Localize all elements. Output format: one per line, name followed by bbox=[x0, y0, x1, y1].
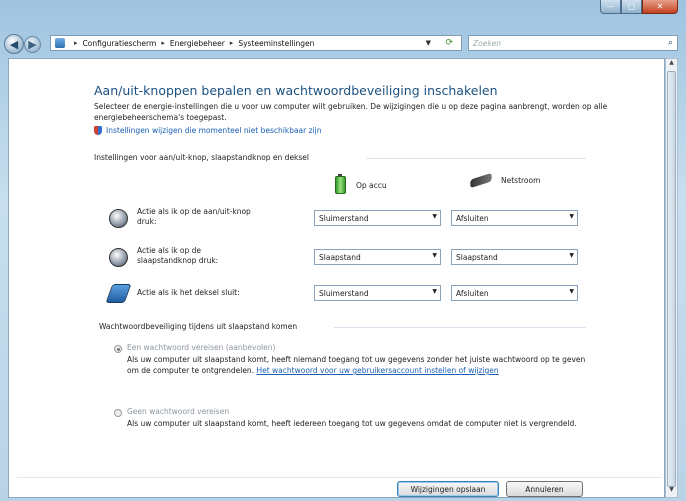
chevron-down-icon: ▼ bbox=[432, 252, 437, 259]
breadcrumb-item-power-options[interactable]: Energiebeheer bbox=[170, 39, 225, 48]
address-dropdown-icon[interactable]: ▼ bbox=[426, 39, 431, 47]
battery-column-header: Op accu bbox=[335, 174, 387, 194]
maximize-button[interactable]: ▢ bbox=[621, 0, 642, 14]
power-button-icon bbox=[109, 209, 128, 228]
breadcrumb-item-system-settings[interactable]: Systeeminstellingen bbox=[238, 39, 314, 48]
selected-value: Slaapstand bbox=[456, 253, 498, 262]
power-button-ac-select[interactable]: Afsluiten ▼ bbox=[451, 210, 578, 226]
sleep-button-icon bbox=[109, 248, 128, 267]
breadcrumb-item-control-panel[interactable]: Configuratiescherm bbox=[83, 39, 157, 48]
power-button-battery-select[interactable]: Sluimerstand ▼ bbox=[314, 210, 441, 226]
laptop-lid-icon bbox=[105, 284, 132, 303]
selected-value: Afsluiten bbox=[456, 289, 489, 298]
lid-close-row: Actie als ik het deksel sluit: Sluimerst… bbox=[105, 282, 609, 304]
scroll-up-icon[interactable]: ▲ bbox=[666, 59, 677, 70]
scrollbar-thumb[interactable] bbox=[667, 71, 676, 487]
sleep-button-label: Actie als ik op de slaapstandknop druk: bbox=[137, 246, 219, 265]
breadcrumb-separator: ▸ bbox=[74, 39, 78, 47]
breadcrumb-separator: ▸ bbox=[161, 39, 165, 47]
lid-close-battery-select[interactable]: Sluimerstand ▼ bbox=[314, 285, 441, 301]
back-button[interactable]: ◀ bbox=[4, 34, 24, 54]
ac-column-label: Netstroom bbox=[501, 176, 541, 185]
save-changes-button[interactable]: Wijzigingen opslaan bbox=[397, 481, 499, 497]
shield-icon bbox=[94, 126, 102, 135]
search-icon[interactable]: ⌕ bbox=[668, 38, 673, 48]
forward-button[interactable]: ▶ bbox=[24, 36, 41, 53]
set-password-link[interactable]: Het wachtwoord voor uw gebruikersaccount… bbox=[256, 366, 498, 375]
selected-value: Sluimerstand bbox=[319, 289, 369, 298]
selected-value: Slaapstand bbox=[319, 253, 361, 262]
address-field[interactable]: ▸ Configuratiescherm ▸ Energiebeheer ▸ S… bbox=[50, 35, 462, 51]
chevron-down-icon: ▼ bbox=[569, 288, 574, 295]
chevron-down-icon: ▼ bbox=[569, 252, 574, 259]
ac-column-header: Netstroom bbox=[470, 172, 541, 189]
minimize-button[interactable]: — bbox=[600, 0, 621, 14]
vertical-scrollbar[interactable]: ▲ ▼ bbox=[665, 58, 678, 498]
sleep-button-ac-select[interactable]: Slaapstand ▼ bbox=[451, 249, 578, 265]
lid-close-label: Actie als ik het deksel sluit: bbox=[137, 288, 240, 297]
power-plug-icon bbox=[470, 172, 492, 189]
breadcrumb-separator: ▸ bbox=[229, 39, 234, 47]
chevron-down-icon: ▼ bbox=[432, 213, 437, 220]
address-bar-row: ◀ ▶ ▸ Configuratiescherm ▸ Energiebeheer… bbox=[0, 30, 686, 56]
divider bbox=[334, 327, 586, 328]
divider bbox=[17, 477, 662, 478]
battery-column-label: Op accu bbox=[356, 180, 387, 190]
change-unavailable-settings-row[interactable]: Instellingen wijzigen die momenteel niet… bbox=[94, 126, 321, 135]
refresh-icon[interactable]: ⟳ bbox=[445, 38, 453, 48]
page-title: Aan/uit-knoppen bepalen en wachtwoordbev… bbox=[94, 83, 498, 98]
battery-icon bbox=[335, 174, 346, 194]
sleep-button-battery-select[interactable]: Slaapstand ▼ bbox=[314, 249, 441, 265]
cancel-button[interactable]: Annuleren bbox=[506, 481, 583, 497]
password-section-header: Wachtwoordbeveiliging tijdens uit slaaps… bbox=[99, 322, 298, 331]
no-password-radio[interactable] bbox=[114, 409, 122, 417]
no-password-description: Als uw computer uit slaapstand komt, hee… bbox=[127, 419, 577, 428]
power-button-row: Actie als ik op de aan/uit-knop druk: Sl… bbox=[109, 207, 609, 229]
require-password-description: Als uw computer uit slaapstand komt, hee… bbox=[127, 354, 597, 376]
change-unavailable-settings-link[interactable]: Instellingen wijzigen die momenteel niet… bbox=[106, 126, 321, 135]
require-password-radio[interactable] bbox=[114, 345, 122, 353]
no-password-label: Geen wachtwoord vereisen bbox=[127, 407, 230, 416]
require-password-label: Een wachtwoord vereisen (aanbevolen) bbox=[127, 343, 276, 352]
window-controls: — ▢ ✕ bbox=[600, 0, 678, 14]
scroll-down-icon[interactable]: ▼ bbox=[666, 486, 677, 497]
content-pane: Aan/uit-knoppen bepalen en wachtwoordbev… bbox=[8, 58, 665, 498]
arrow-right-icon: ▶ bbox=[28, 38, 37, 51]
search-box[interactable]: Zoeken ⌕ bbox=[468, 35, 678, 51]
selected-value: Afsluiten bbox=[456, 214, 489, 223]
page-intro: Selecteer de energie-instellingen die u … bbox=[94, 102, 608, 122]
control-panel-icon bbox=[55, 38, 65, 48]
lid-close-ac-select[interactable]: Afsluiten ▼ bbox=[451, 285, 578, 301]
sleep-button-row: Actie als ik op de slaapstandknop druk: … bbox=[109, 246, 609, 268]
arrow-left-icon: ◀ bbox=[9, 37, 19, 51]
chevron-down-icon: ▼ bbox=[432, 288, 437, 295]
close-button[interactable]: ✕ bbox=[642, 0, 678, 14]
buttons-section-header: Instellingen voor aan/uit-knop, slaapsta… bbox=[94, 153, 310, 162]
power-button-label: Actie als ik op de aan/uit-knop druk: bbox=[137, 207, 251, 226]
search-placeholder: Zoeken bbox=[473, 38, 502, 48]
divider bbox=[366, 158, 586, 159]
selected-value: Sluimerstand bbox=[319, 214, 369, 223]
chevron-down-icon: ▼ bbox=[569, 213, 574, 220]
